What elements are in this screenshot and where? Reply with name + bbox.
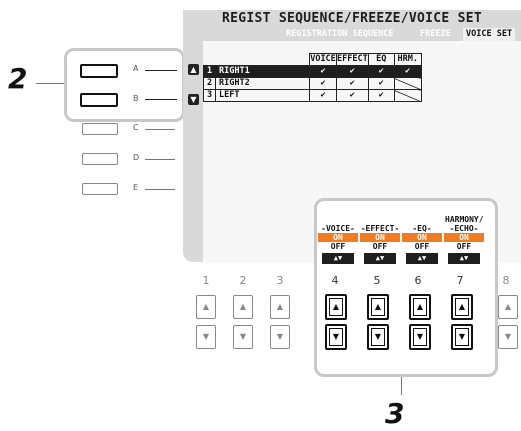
button-7-up[interactable]: ▲ [451,294,473,320]
tab-freeze[interactable]: FREEZE [420,28,451,41]
effect-check[interactable]: ✔ [336,77,369,90]
button-3-up[interactable]: ▲ [270,295,290,319]
button-a-line [145,70,177,71]
scroll-down-icon[interactable]: ▼ [188,94,199,105]
button-2-down[interactable]: ▼ [233,325,253,349]
tab-voice-set[interactable]: VOICE SET [463,28,516,41]
button-3-down[interactable]: ▼ [270,325,290,349]
harmony-arrows-icon: ▲▼ [448,253,480,264]
voice-check[interactable]: ✔ [309,89,337,102]
knob-number-5: 5 [373,274,381,287]
button-c-label: C [133,123,139,132]
knob-number-6: 6 [414,274,422,287]
tab-bar: REGISTRATION SEQUENCE FREEZE VOICE SET [183,28,521,41]
header-voice: VOICE [309,53,337,66]
table-row[interactable]: 1 RIGHT1 ✔ ✔ ✔ ✔ [203,65,422,78]
button-4-down[interactable]: ▼ [325,324,347,350]
voice-on: ON [318,233,358,242]
part-name: RIGHT1 [215,65,310,78]
ab-highlight-box [64,48,185,122]
voice-set-table: VOICE EFFECT EQ HRM. 1 RIGHT1 ✔ ✔ ✔ ✔ 2 … [203,53,422,102]
button-d[interactable] [82,153,118,165]
button-8-up[interactable]: ▲ [498,295,518,319]
header-eq: EQ [367,53,395,66]
knob-number-1: 1 [202,274,210,287]
callout-2-line [36,83,64,84]
eq-check[interactable]: ✔ [367,77,395,90]
row-number: 3 [203,89,216,102]
button-8-down[interactable]: ▼ [498,325,518,349]
knob-number-2: 2 [239,274,247,287]
row-number: 1 [203,65,216,78]
knob-number-8: 8 [502,274,510,287]
screen-title: REGIST SEQUENCE/FREEZE/VOICE SET [183,10,521,28]
eq-control: -EQ- ON OFF ▲▼ [402,224,442,264]
harmony-label-top: HARMONY/ [445,215,484,224]
harmony-off: OFF [444,242,484,251]
button-b-label: B [133,94,139,103]
button-a[interactable] [80,64,118,78]
voice-label: -VOICE- [321,224,355,233]
button-5-up[interactable]: ▲ [367,294,389,320]
header-hrm: HRM. [393,53,422,66]
row-number: 2 [203,77,216,90]
eq-check[interactable]: ✔ [367,65,395,78]
voice-arrows-icon: ▲▼ [322,253,354,264]
effect-off: OFF [360,242,400,251]
harmony-on: ON [444,233,484,242]
button-7-down[interactable]: ▼ [451,324,473,350]
part-name: LEFT [215,89,310,102]
voice-off: OFF [318,242,358,251]
hrm-disabled [393,89,422,102]
scroll-up-icon[interactable]: ▲ [188,64,199,75]
knob-number-4: 4 [331,274,339,287]
tab-registration-sequence[interactable]: REGISTRATION SEQUENCE [286,28,393,41]
button-2-up[interactable]: ▲ [233,295,253,319]
eq-off: OFF [402,242,442,251]
button-e-label: E [133,183,139,192]
button-d-line [145,159,175,160]
effect-label: -EFFECT- [360,224,400,233]
button-b[interactable] [80,93,118,107]
eq-check[interactable]: ✔ [367,89,395,102]
table-row[interactable]: 3 LEFT ✔ ✔ ✔ [203,89,422,102]
button-a-label: A [133,64,139,73]
effect-arrows-icon: ▲▼ [364,253,396,264]
effect-check[interactable]: ✔ [336,65,369,78]
button-e[interactable] [82,183,118,195]
callout-3: 3 [385,397,405,430]
eq-arrows-icon: ▲▼ [406,253,438,264]
button-b-line [145,99,177,100]
button-6-down[interactable]: ▼ [409,324,431,350]
button-d-label: D [133,153,140,162]
button-6-up[interactable]: ▲ [409,294,431,320]
hrm-check[interactable]: ✔ [393,65,422,78]
eq-on: ON [402,233,442,242]
table-row[interactable]: 2 RIGHT2 ✔ ✔ ✔ [203,77,422,90]
button-e-line [145,189,175,190]
eq-label: -EQ- [412,224,432,233]
callout-2: 2 [8,62,28,95]
button-4-up[interactable]: ▲ [325,294,347,320]
voice-control: -VOICE- ON OFF ▲▼ [318,224,358,264]
harmony-label-bottom: -ECHO- [449,224,479,233]
button-c-line [145,129,175,130]
harmony-control: -ECHO- ON OFF ▲▼ [444,224,484,264]
voice-check[interactable]: ✔ [309,77,337,90]
button-1-up[interactable]: ▲ [196,295,216,319]
effect-control: -EFFECT- ON OFF ▲▼ [360,224,400,264]
button-1-down[interactable]: ▼ [196,325,216,349]
header-effect: EFFECT [336,53,369,66]
voice-check[interactable]: ✔ [309,65,337,78]
hrm-disabled [393,77,422,90]
part-name: RIGHT2 [215,77,310,90]
knob-number-7: 7 [456,274,464,287]
button-5-down[interactable]: ▼ [367,324,389,350]
effect-check[interactable]: ✔ [336,89,369,102]
button-c[interactable] [82,123,118,135]
effect-on: ON [360,233,400,242]
knob-number-3: 3 [276,274,284,287]
